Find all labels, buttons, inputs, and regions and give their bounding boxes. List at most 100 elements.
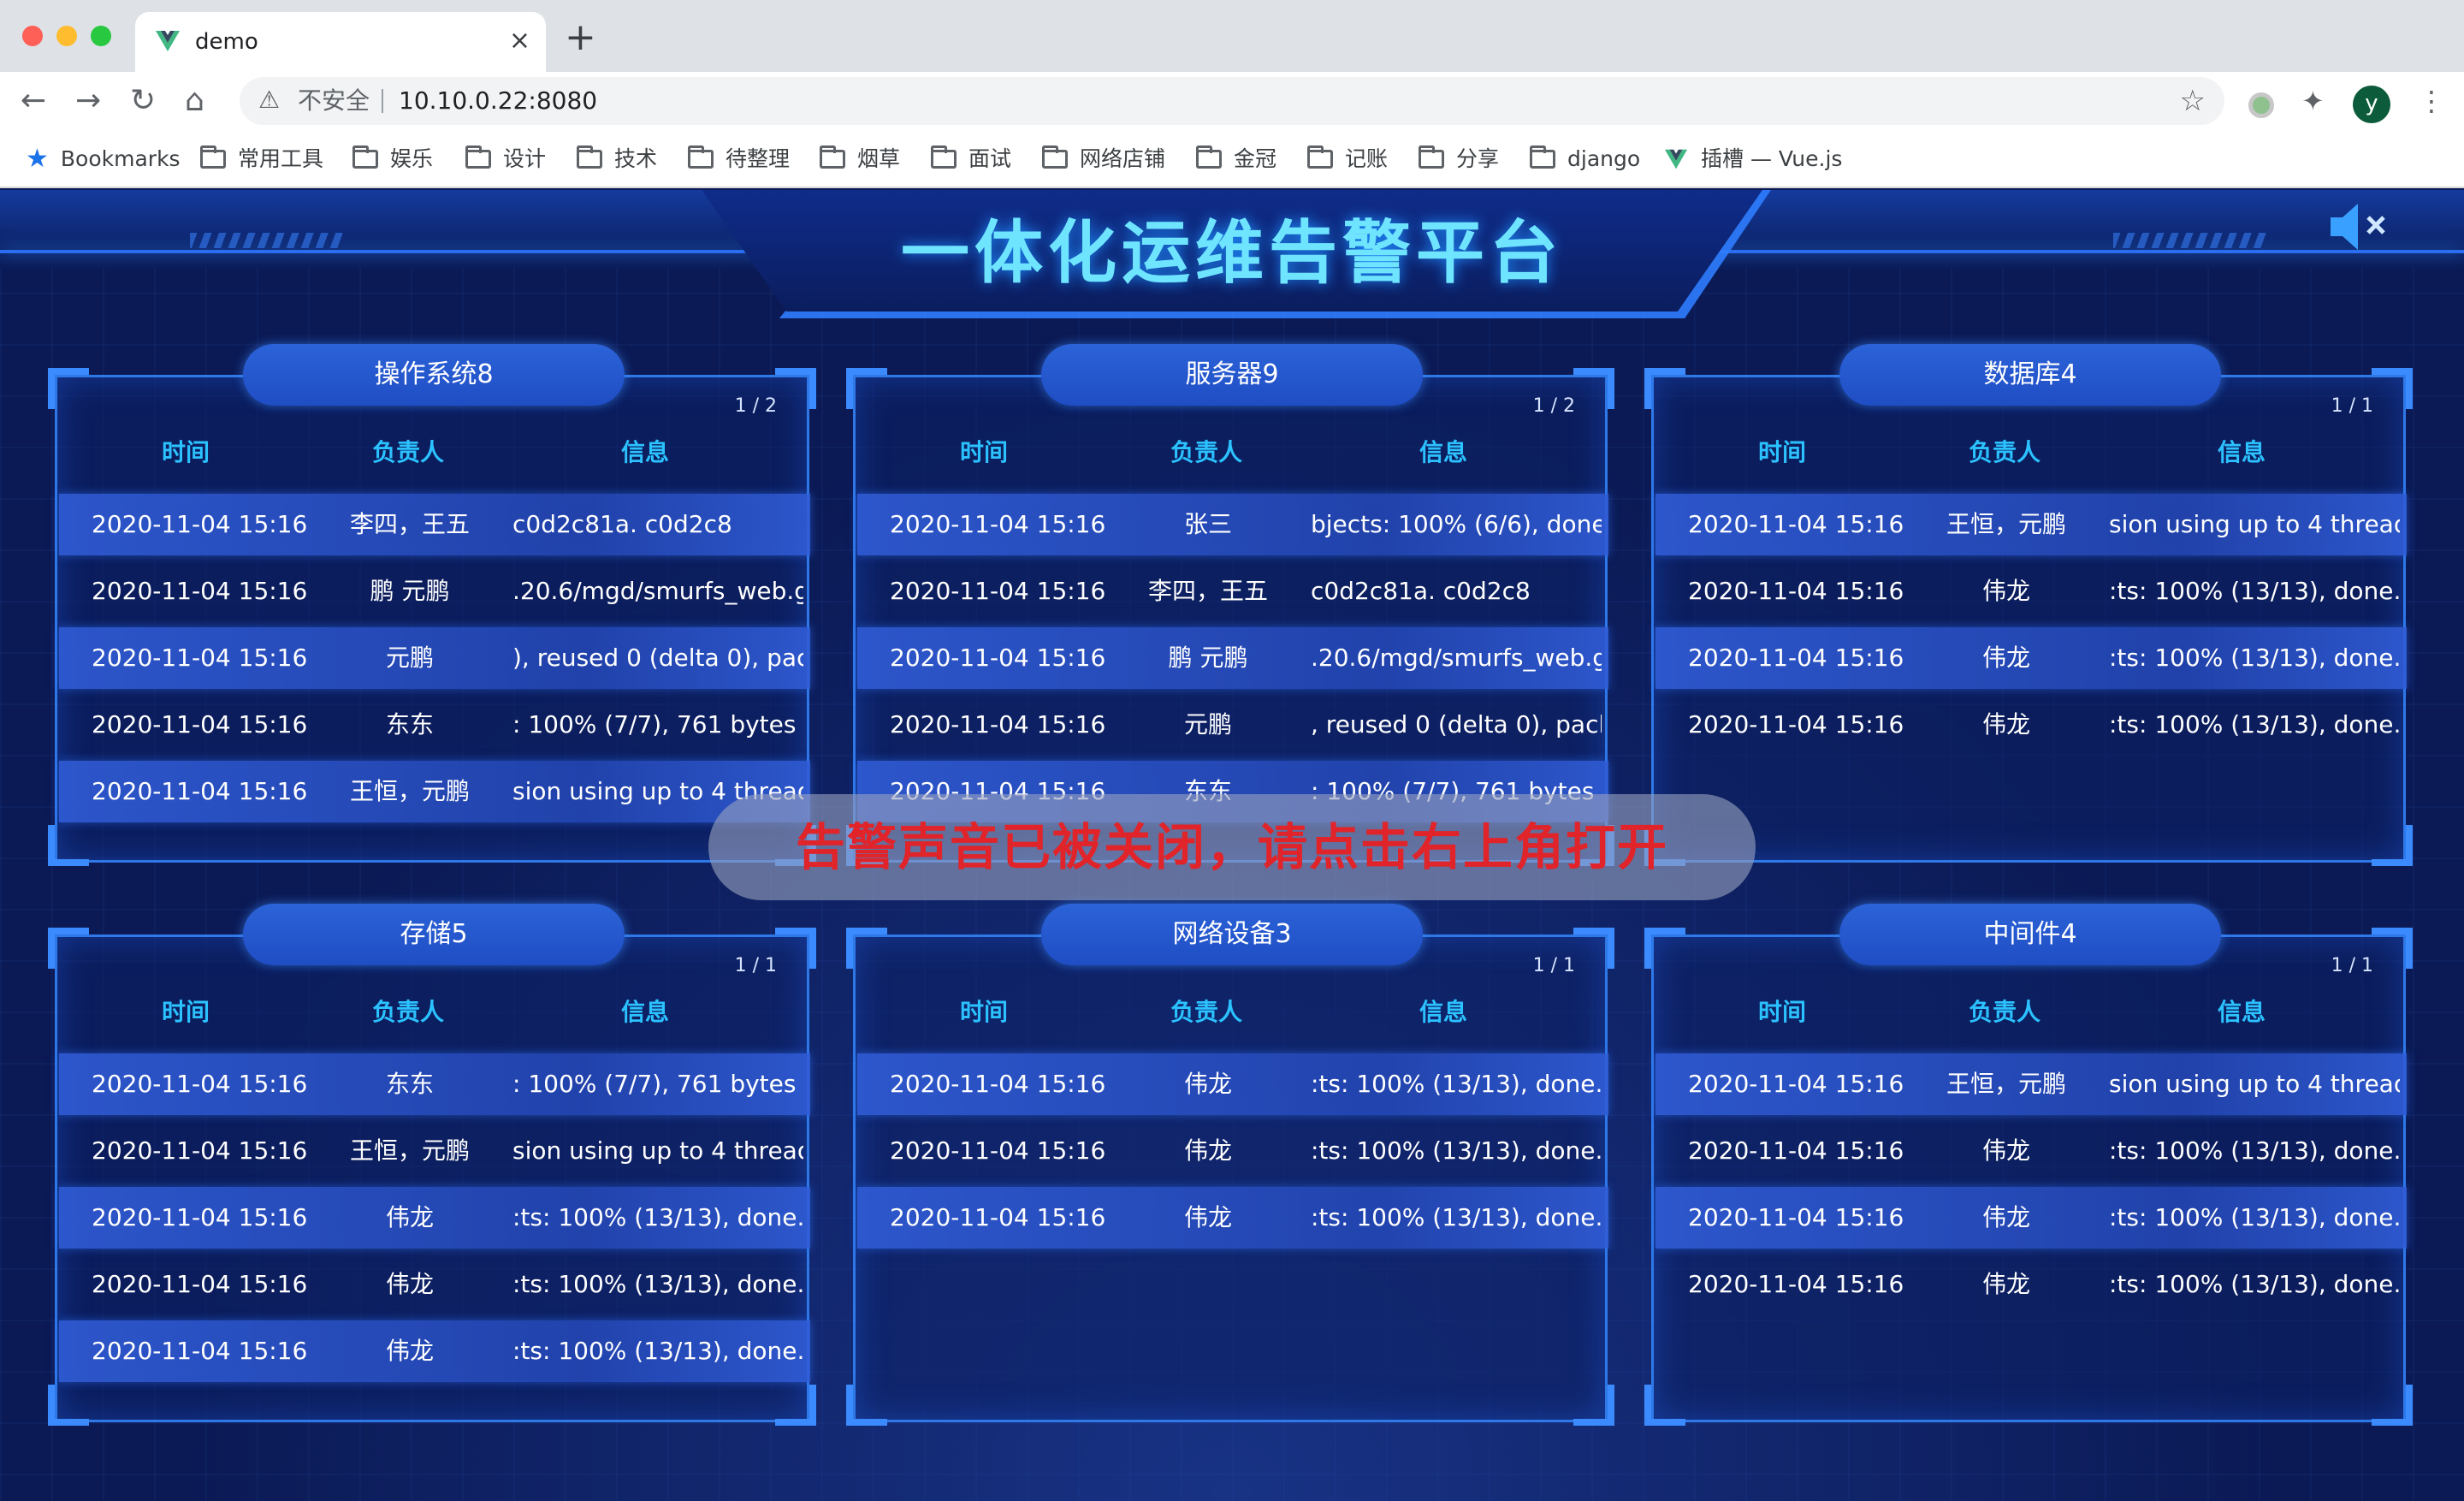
column-header-owner: 负责人 <box>1170 438 1242 466</box>
bookmark-folder[interactable]: 分享 <box>1419 144 1499 175</box>
panel-frame: 时间 负责人 信息 2020-11-04 15:16 伟龙:ts: 100% (13/1… <box>853 934 1608 1422</box>
table-row[interactable]: 2020-11-04 15:16 鹏 元鹏 .20.6/mgd/smurfs_web… <box>857 627 1608 689</box>
bookmark-star-icon[interactable]: ☆ <box>2180 84 2206 118</box>
extension-status-icon[interactable] <box>2248 92 2274 118</box>
row-time: 2020-11-04 15:16 <box>890 644 1106 672</box>
bookmark-folder[interactable]: 常用工具 <box>200 144 323 175</box>
table-row[interactable]: 2020-11-04 15:16 伟龙:ts: 100% (13/13), don… <box>59 1187 810 1249</box>
table-row[interactable]: 2020-11-04 15:16 伟龙:ts: 100% (13/13), don… <box>857 1120 1608 1182</box>
table-row[interactable]: 2020-11-04 15:16 伟龙:ts: 100% (13/13), don… <box>1656 1187 2407 1249</box>
panel-frame: 时间 负责人 信息 2020-11-04 15:16 东东: 100% (7/7), 7… <box>55 934 810 1422</box>
speaker-muted-icon[interactable] <box>2325 197 2394 257</box>
table-row[interactable]: 2020-11-04 15:16 李四，王五 c0d2c81a. c0d2c8 <box>59 494 810 555</box>
bookmark-folder[interactable]: 面试 <box>931 144 1011 175</box>
row-time: 2020-11-04 15:16 <box>890 710 1106 739</box>
bookmarks-bar: ★ Bookmarks 常用工具 娱乐 设计 技术 待整理 烟草 面试 网络店铺 … <box>0 132 2464 188</box>
table-row[interactable]: 2020-11-04 15:16 王恒，元鹏 sion using up to 4 … <box>1656 1053 2407 1115</box>
folder-icon <box>931 145 957 169</box>
row-owner: 鹏 元鹏 <box>1168 644 1248 672</box>
row-time: 2020-11-04 15:16 <box>890 510 1106 538</box>
bookmark-folder[interactable]: 记账 <box>1307 144 1388 175</box>
row-owner: 王恒，元鹏 <box>1946 1070 2066 1098</box>
row-info: :ts: 100% (13/13), done. <box>512 1270 803 1298</box>
column-header-owner: 负责人 <box>371 438 444 466</box>
table-row[interactable]: 2020-11-04 15:16 伟龙:ts: 100% (13/13), don… <box>857 1187 1608 1249</box>
tab-close-icon[interactable]: × <box>509 24 530 58</box>
row-owner: 伟龙 <box>1981 710 2030 739</box>
bookmark-folder[interactable]: django <box>1530 144 1640 175</box>
table-row[interactable]: 2020-11-04 15:16 伟龙:ts: 100% (13/13), don… <box>1656 561 2407 622</box>
row-time: 2020-11-04 15:16 <box>92 1070 308 1098</box>
bookmark-folder[interactable]: 待整理 <box>688 144 790 175</box>
close-window-button[interactable] <box>22 26 43 46</box>
folder-icon <box>1307 145 1333 169</box>
table-header: 时间 负责人 信息 <box>1654 988 2408 1036</box>
column-header-time: 时间 <box>161 438 210 466</box>
forward-icon[interactable]: → <box>75 84 101 118</box>
tab-title: demo <box>195 29 258 55</box>
corner-decoration <box>1573 928 1614 969</box>
table-row[interactable]: 2020-11-04 15:16 东东: 100% (7/7), 761 byte… <box>59 694 810 756</box>
table-row[interactable]: 2020-11-04 15:16 伟龙:ts: 100% (13/13), don… <box>1656 694 2407 756</box>
table-row[interactable]: 2020-11-04 15:16 鹏 元鹏 .20.6/mgd/smurfs_web… <box>59 561 810 622</box>
row-owner: 伟龙 <box>1183 1136 1232 1165</box>
table-row[interactable]: 2020-11-04 15:16 李四，王五 c0d2c81a. c0d2c8 <box>857 561 1608 622</box>
table-row[interactable]: 2020-11-04 15:16 王恒，元鹏 sion using up to 4 … <box>1656 494 2407 555</box>
table-row[interactable]: 2020-11-04 15:16 伟龙:ts: 100% (13/13), don… <box>59 1320 810 1382</box>
vue-icon <box>1664 149 1688 169</box>
folder-icon <box>577 145 602 169</box>
browser-tab[interactable]: demo × <box>135 12 546 72</box>
row-info: :ts: 100% (13/13), done. <box>2109 644 2400 672</box>
bookmark-folder[interactable]: 技术 <box>577 144 657 175</box>
table-row[interactable]: 2020-11-04 15:16 伟龙:ts: 100% (13/13), don… <box>1656 627 2407 689</box>
bookmark-folder[interactable]: 娱乐 <box>352 144 433 175</box>
url-text[interactable]: 10.10.0.22:8080 <box>399 87 597 115</box>
table-row[interactable]: 2020-11-04 15:16 伟龙:ts: 100% (13/13), don… <box>59 1254 810 1315</box>
profile-avatar[interactable]: y <box>2353 86 2390 123</box>
row-time: 2020-11-04 15:16 <box>92 710 308 739</box>
bookmark-folder[interactable]: 金冠 <box>1196 144 1276 175</box>
table-row[interactable]: 2020-11-04 15:16 张三 bjects: 100% (6/6), do… <box>857 494 1608 555</box>
row-time: 2020-11-04 15:16 <box>92 777 308 805</box>
menu-dots-icon[interactable]: ⋮ <box>2418 84 2445 118</box>
row-time: 2020-11-04 15:16 <box>92 644 308 672</box>
reload-icon[interactable]: ↻ <box>130 84 156 118</box>
bookmark-item[interactable]: 插槽 — Vue.js <box>1663 144 1842 175</box>
home-icon[interactable]: ⌂ <box>185 84 204 118</box>
row-info: sion using up to 4 threads <box>2109 1070 2400 1098</box>
row-time: 2020-11-04 15:16 <box>92 577 308 605</box>
row-info: :ts: 100% (13/13), done. <box>2109 1203 2400 1231</box>
column-header-time: 时间 <box>959 998 1008 1026</box>
table-row[interactable]: 2020-11-04 15:16 元鹏), reused 0 (delta 0),… <box>59 627 810 689</box>
new-tab-button[interactable]: + <box>565 19 596 56</box>
panel-title: 中间件4 <box>1839 904 2221 965</box>
bookmark-folder[interactable]: 烟草 <box>820 144 900 175</box>
row-owner: 王恒，元鹏 <box>349 1136 470 1165</box>
panel-frame: 时间 负责人 信息 2020-11-04 15:16 王恒，元鹏 sion using u… <box>1651 934 2408 1422</box>
table-row[interactable]: 2020-11-04 15:16 东东: 100% (7/7), 761 byte… <box>59 1053 810 1115</box>
column-header-info: 信息 <box>2217 998 2266 1026</box>
row-info: sion using up to 4 threads <box>512 1136 803 1165</box>
table-row[interactable]: 2020-11-04 15:16 王恒，元鹏 sion using up to 4 … <box>59 1120 810 1182</box>
row-owner: 伟龙 <box>385 1203 434 1231</box>
table-row[interactable]: 2020-11-04 15:16 元鹏 , reused 0 (delta 0), … <box>857 694 1608 756</box>
address-bar[interactable]: ⚠ 不安全 10.10.0.22:8080 ☆ <box>240 77 2224 125</box>
bookmark-item[interactable]: ★ Bookmarks <box>26 144 181 175</box>
zoom-window-button[interactable] <box>91 26 111 46</box>
warning-icon[interactable]: ⚠ <box>258 86 280 114</box>
row-owner: 伟龙 <box>1981 1136 2030 1165</box>
back-icon[interactable]: ← <box>21 84 46 118</box>
table-row[interactable]: 2020-11-04 15:16 伟龙:ts: 100% (13/13), don… <box>1656 1120 2407 1182</box>
minimize-window-button[interactable] <box>56 26 77 46</box>
row-info: :ts: 100% (13/13), done. <box>2109 1136 2400 1165</box>
extensions-puzzle-icon[interactable]: ✦ <box>2301 84 2325 118</box>
bookmark-folder[interactable]: 设计 <box>465 144 546 175</box>
row-info: , reused 0 (delta 0), pack-re <box>1311 710 1602 739</box>
corner-decoration <box>48 825 89 866</box>
insecure-label[interactable]: 不安全 <box>298 87 370 115</box>
folder-icon <box>1042 145 1068 169</box>
bookmark-folder[interactable]: 网络店铺 <box>1042 144 1165 175</box>
table-row[interactable]: 2020-11-04 15:16 伟龙:ts: 100% (13/13), don… <box>857 1053 1608 1115</box>
table-row[interactable]: 2020-11-04 15:16 伟龙:ts: 100% (13/13), don… <box>1656 1254 2407 1315</box>
table-row[interactable]: 2020-11-04 15:16 王恒，元鹏 sion using up to 4 … <box>59 761 810 822</box>
